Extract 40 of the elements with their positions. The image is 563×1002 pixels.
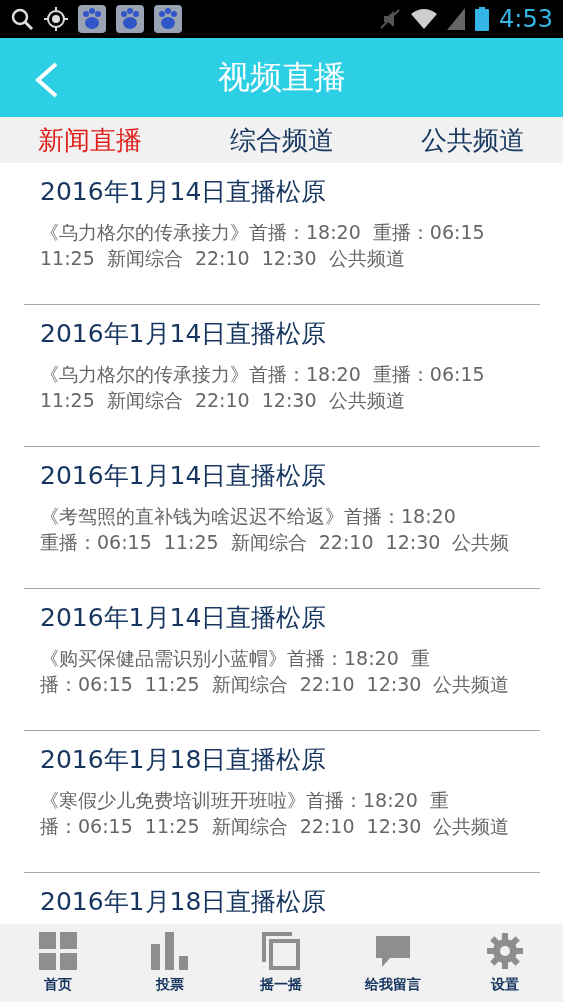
paw-app-icon [78,5,106,33]
program-description: 11:25 新闻综合 22:10 12:30 公共频道 [40,388,406,413]
location-icon [44,7,68,31]
wifi-icon [411,8,438,30]
battery-icon [475,7,490,31]
nav-tab[interactable]: 投票 [113,924,226,1002]
bar-chart-icon [150,932,189,970]
nav-tab[interactable]: 给我留言 [337,924,450,1002]
program-description: 《寒假少儿免费培训班开班啦》首播：18:20 重 [40,788,450,813]
paw-app-icon [116,5,144,33]
program-description: 11:25 新闻综合 22:10 12:30 公共频道 [40,246,406,271]
back-icon[interactable] [34,62,60,98]
nav-tab[interactable]: 首页 [2,924,114,1002]
channel-tab[interactable]: 新闻直播 [38,122,142,158]
signal-icon [447,8,466,30]
program-description: 《乌力格尔的传承接力》首播：18:20 重播：06:15 [40,362,486,387]
nav-tab[interactable]: 设置 [449,924,561,1002]
program-description: 《考驾照的直补钱为啥迟迟不给返》首播：18:20 [40,504,457,529]
nav-tab[interactable]: 摇一摇 [225,924,338,1002]
program-description: 播：06:15 11:25 新闻综合 22:10 12:30 公共频道 [40,672,511,697]
page-title: 视频直播 [217,56,346,98]
broadcast-title[interactable]: 2016年1月18日直播松原 [40,743,540,777]
broadcast-title[interactable]: 2016年1月14日直播松原 [40,459,540,493]
broadcast-title[interactable]: 2016年1月14日直播松原 [40,317,540,351]
program-description: 重播：06:15 11:25 新闻综合 22:10 12:30 公共频 [40,530,511,555]
program-description: 播：06:15 11:25 新闻综合 22:10 12:30 公共频道 [40,814,511,839]
mute-icon [379,8,402,30]
search-icon [10,7,34,31]
channel-tab[interactable]: 公共频道 [421,122,525,158]
broadcast-title[interactable]: 2016年1月18日直播松原 [40,885,540,919]
grid-icon [38,932,77,970]
broadcast-title[interactable]: 2016年1月14日直播松原 [40,601,540,635]
settings-icon [486,932,525,970]
broadcast-title[interactable]: 2016年1月14日直播松原 [40,175,540,209]
overlapping-squares-icon [262,932,301,970]
channel-tab[interactable]: 综合频道 [229,122,334,158]
paw-app-icon [154,5,182,33]
program-description: 《购买保健品需识别小蓝帽》首播：18:20 重 [40,646,431,671]
clock-time: 4:53 [499,5,553,33]
program-description: 《乌力格尔的传承接力》首播：18:20 重播：06:15 [40,220,486,245]
